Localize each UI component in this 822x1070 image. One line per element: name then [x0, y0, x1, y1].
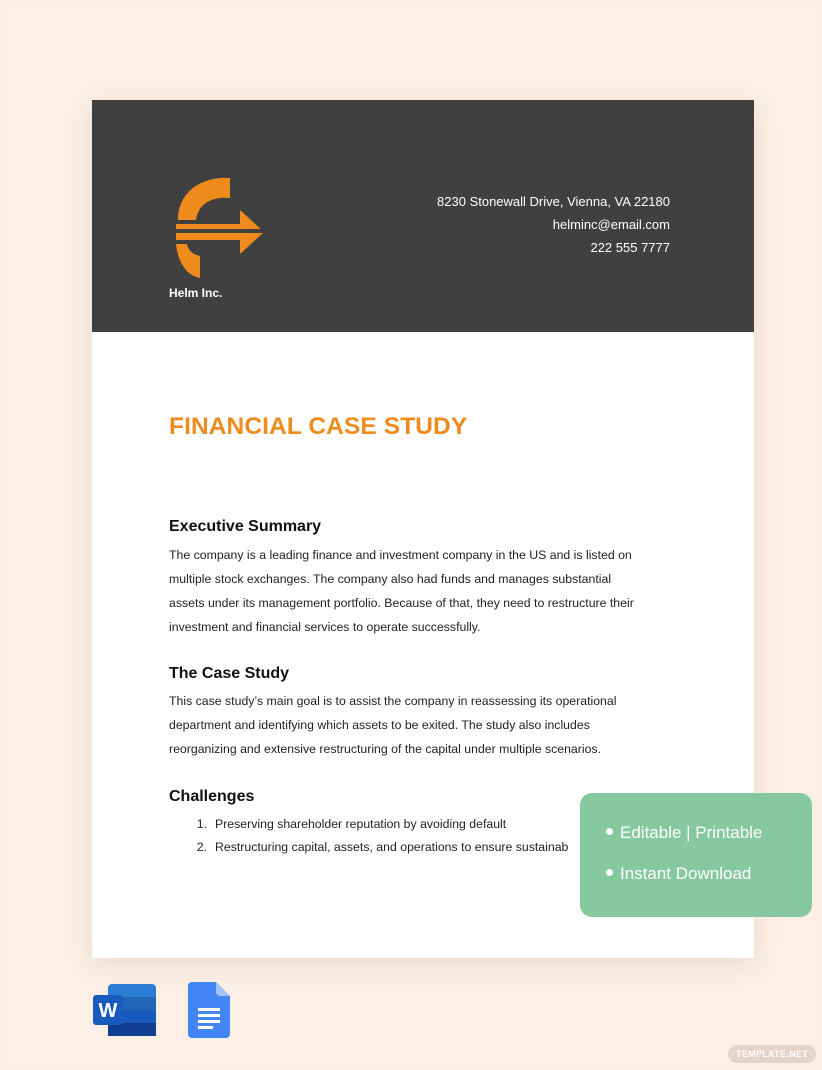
- text-line: This case study’s main goal is to assist…: [169, 694, 617, 708]
- helm-logo-icon: [176, 177, 264, 278]
- badge-editable: Editable | Printable: [606, 823, 762, 843]
- badge-download: Instant Download: [606, 864, 751, 884]
- case-study-text: This case study’s main goal is to assist…: [169, 689, 674, 761]
- features-badge: Editable | Printable Instant Download: [580, 793, 812, 917]
- bullet-icon: [606, 828, 613, 836]
- bullet-icon: [606, 869, 613, 877]
- address: 8230 Stonewall Drive, Vienna, VA 22180: [437, 194, 670, 209]
- google-docs-icon[interactable]: [188, 982, 230, 1038]
- case-study-heading: The Case Study: [169, 665, 290, 682]
- text-line: investment and financial services to ope…: [169, 620, 481, 634]
- badge-editable-label: Editable | Printable: [620, 823, 763, 842]
- email: helminc@email.com: [552, 217, 670, 232]
- executive-summary-heading: Executive Summary: [169, 518, 322, 535]
- document-header: Helm Inc. 8230 Stonewall Drive, Vienna, …: [92, 100, 754, 332]
- challenges-heading: Challenges: [169, 788, 255, 805]
- text-line: department and identifying which assets …: [169, 718, 590, 732]
- company-name: Helm Inc.: [169, 286, 223, 300]
- microsoft-word-icon[interactable]: W: [92, 982, 158, 1038]
- watermark-badge: TEMPLATE.NET: [728, 1045, 816, 1063]
- document-title: FINANCIAL CASE STUDY: [169, 413, 468, 440]
- list-text: Preserving shareholder reputation by avo…: [215, 817, 507, 831]
- list-item: 1. Preserving shareholder reputation by …: [169, 813, 579, 836]
- text-line: reorganizing and extensive restructuring…: [169, 742, 601, 756]
- text-line: multiple stock exchanges. The company al…: [169, 572, 612, 586]
- text-line: assets under its management portfolio. B…: [169, 596, 634, 610]
- challenges-list: 1. Preserving shareholder reputation by …: [169, 813, 579, 859]
- badge-download-label: Instant Download: [620, 864, 752, 883]
- list-number: 2.: [196, 840, 207, 854]
- list-item: 2. Restructuring capital, assets, and op…: [169, 836, 579, 859]
- phone: 222 555 7777: [590, 240, 670, 255]
- text-line: The company is a leading finance and inv…: [169, 548, 632, 562]
- list-text: Restructuring capital, assets, and opera…: [215, 840, 569, 854]
- word-letter: W: [99, 1000, 118, 1022]
- list-number: 1.: [196, 817, 207, 831]
- contact-info: 8230 Stonewall Drive, Vienna, VA 22180 h…: [437, 190, 670, 259]
- executive-summary-text: The company is a leading finance and inv…: [169, 543, 674, 639]
